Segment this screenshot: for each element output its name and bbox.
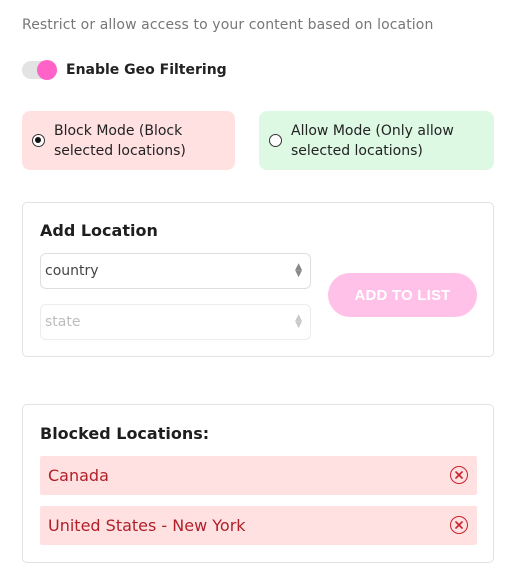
toggle-knob bbox=[37, 60, 57, 80]
block-mode-option[interactable]: Block Mode (Block selected locations) bbox=[22, 111, 235, 170]
add-location-panel: Add Location country ▲ ▼ state ▲ ▼ ADD TO … bbox=[22, 202, 494, 357]
list-item: United States - New York bbox=[40, 506, 477, 545]
chevron-up-down-icon: ▲ ▼ bbox=[295, 262, 302, 279]
location-name: Canada bbox=[48, 466, 109, 485]
allow-mode-label: Allow Mode (Only allow selected location… bbox=[291, 122, 454, 159]
close-circle-icon[interactable] bbox=[450, 516, 468, 534]
country-select-value: country bbox=[45, 263, 99, 279]
page-description: Restrict or allow access to your content… bbox=[22, 17, 434, 33]
state-select[interactable]: state ▲ ▼ bbox=[40, 304, 311, 340]
state-select-value: state bbox=[45, 314, 81, 330]
add-to-list-button[interactable]: ADD TO LIST bbox=[328, 273, 477, 317]
location-name: United States - New York bbox=[48, 516, 246, 535]
geo-filtering-toggle[interactable] bbox=[22, 60, 57, 80]
blocked-locations-title: Blocked Locations: bbox=[40, 424, 210, 443]
block-mode-radio[interactable] bbox=[32, 134, 45, 147]
geo-filtering-toggle-row: Enable Geo Filtering bbox=[22, 59, 227, 81]
allow-mode-radio[interactable] bbox=[269, 134, 282, 147]
add-location-title: Add Location bbox=[40, 221, 158, 240]
allow-mode-option[interactable]: Allow Mode (Only allow selected location… bbox=[259, 111, 494, 170]
list-item: Canada bbox=[40, 456, 477, 495]
chevron-up-down-icon: ▲ ▼ bbox=[295, 313, 302, 330]
country-select[interactable]: country ▲ ▼ bbox=[40, 253, 311, 289]
close-circle-icon[interactable] bbox=[450, 466, 468, 484]
blocked-locations-panel: Blocked Locations: Canada United States … bbox=[22, 404, 494, 563]
block-mode-label: Block Mode (Block selected locations) bbox=[54, 122, 186, 159]
geo-filtering-label: Enable Geo Filtering bbox=[66, 62, 227, 78]
